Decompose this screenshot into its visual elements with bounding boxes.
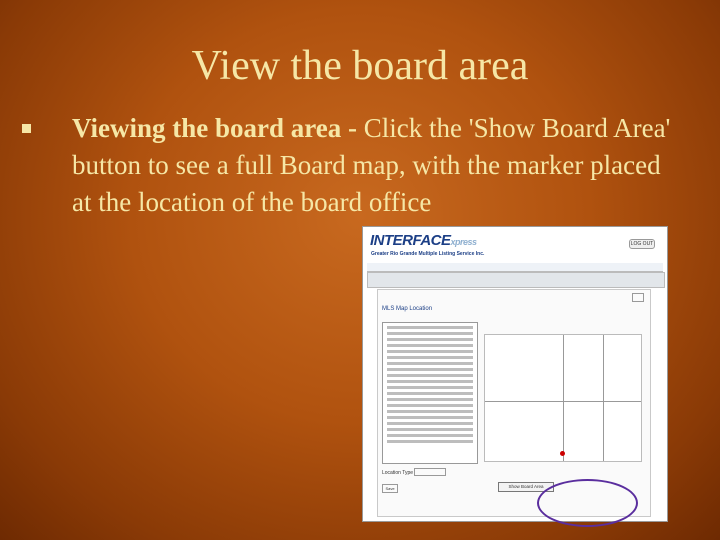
embedded-screenshot: INTERFACExpress Greater Rio Grande Multi… — [362, 226, 668, 522]
screenshot-header: INTERFACExpress Greater Rio Grande Multi… — [363, 227, 667, 261]
bullet-icon — [22, 124, 31, 133]
map-title: MLS Map Location — [382, 306, 433, 312]
map-road — [563, 335, 564, 461]
board-office-marker — [560, 451, 565, 456]
logout-button[interactable]: LOG OUT — [629, 239, 655, 249]
screenshot-nav-bar — [367, 263, 663, 272]
panel-button[interactable] — [632, 293, 644, 302]
interface-logo: INTERFACExpress — [370, 232, 477, 249]
save-button[interactable]: Save — [382, 484, 398, 493]
location-type-label: Location Type — [382, 470, 414, 476]
slide-title: View the board area — [191, 43, 529, 89]
mls-subtitle: Greater Rio Grande Multiple Listing Serv… — [371, 251, 485, 257]
screenshot-subnav-bar — [367, 272, 665, 288]
location-type-select[interactable] — [414, 468, 446, 476]
bullet-bold-label: Viewing the board area - — [72, 113, 357, 143]
help-text-box — [382, 322, 478, 464]
highlight-circle — [537, 479, 638, 527]
logo-small-text: xpress — [450, 237, 478, 247]
logo-text: INTERFACE — [370, 232, 451, 249]
map-road — [603, 335, 604, 461]
map-view[interactable] — [484, 334, 642, 462]
bullet-text: Viewing the board area - Click the 'Show… — [72, 110, 672, 221]
